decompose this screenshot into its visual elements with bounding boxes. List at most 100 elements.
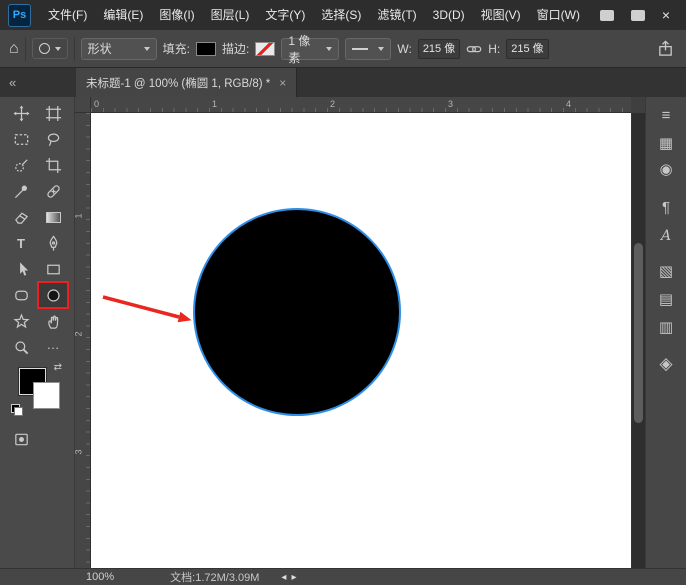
layers-panel-icon[interactable]: ◈	[646, 353, 686, 375]
link-dimensions-icon[interactable]	[466, 41, 482, 57]
ruler-corner[interactable]	[75, 97, 91, 113]
color-swatches: ⇄	[14, 366, 60, 412]
tool-options-bar: ⌂ 形状 填充: 描边: 1 像素 W: 215 像	[0, 30, 686, 68]
crop-tool[interactable]	[37, 152, 69, 178]
menu-edit[interactable]: 编辑(E)	[95, 0, 151, 30]
collapse-toolbar-chevron[interactable]: «	[0, 68, 76, 97]
background-color-swatch[interactable]	[33, 382, 60, 409]
ruler-number: 2	[75, 331, 84, 336]
photoshop-logo-icon: Ps	[8, 4, 31, 27]
path-selection-tool[interactable]	[5, 256, 37, 282]
tab-close-icon[interactable]: ×	[279, 76, 286, 90]
menu-filter[interactable]: 滤镜(T)	[369, 0, 424, 30]
minimize-button[interactable]	[600, 10, 614, 21]
screen-mode-spacer	[37, 426, 69, 452]
document-tab-title: 未标题-1 @ 100% (椭圆 1, RGB/8) *	[86, 75, 270, 91]
zoom-level-field[interactable]: 100%	[86, 571, 114, 583]
canvas-area: 0 1 2 3 4 1 2 3	[75, 97, 645, 568]
ellipsis-icon: …	[47, 338, 60, 351]
tool-preset-picker[interactable]	[32, 38, 68, 59]
ellipse-shape[interactable]	[193, 208, 401, 416]
workspace: T	[0, 97, 686, 568]
horizontal-ruler[interactable]: 0 1 2 3 4	[91, 97, 631, 113]
shape-width-input[interactable]: 215 像	[418, 39, 460, 59]
tools-panel: T	[0, 97, 75, 568]
zoom-tool[interactable]	[5, 334, 37, 360]
custom-shape-tool[interactable]	[5, 308, 37, 334]
status-bar: 100% 文档:1.72M/3.09M ◂ ▸	[0, 568, 686, 585]
stroke-color-swatch[interactable]	[255, 42, 275, 56]
swatches-panel-icon[interactable]: ◉	[646, 159, 686, 181]
shape-height-input[interactable]: 215 像	[506, 39, 548, 59]
fill-label: 填充:	[163, 40, 190, 57]
close-button[interactable]: ×	[662, 8, 670, 22]
swap-colors-icon[interactable]: ⇄	[54, 362, 62, 373]
height-label: H:	[488, 42, 500, 56]
tool-mode-select[interactable]: 形状	[81, 38, 157, 60]
restore-button[interactable]	[631, 10, 645, 21]
type-tool[interactable]: T	[5, 230, 37, 256]
eyedropper-tool[interactable]	[5, 178, 37, 204]
rectangular-marquee-tool[interactable]	[5, 126, 37, 152]
status-nav: ◂ ▸	[281, 572, 296, 583]
stroke-style-select[interactable]	[345, 38, 391, 60]
libraries-panel-icon[interactable]: ▤	[646, 289, 686, 311]
spot-healing-brush-tool[interactable]	[37, 178, 69, 204]
menu-layer[interactable]: 图层(L)	[203, 0, 258, 30]
document-size-info: 文档:1.72M/3.09M	[170, 569, 259, 585]
ruler-number: 2	[330, 99, 335, 109]
double-chevron-icon: «	[9, 75, 16, 90]
chevron-down-icon	[55, 47, 61, 51]
menu-select[interactable]: 选择(S)	[313, 0, 369, 30]
share-icon[interactable]	[657, 40, 674, 57]
menu-view[interactable]: 视图(V)	[473, 0, 529, 30]
vertical-ruler[interactable]: 1 2 3	[75, 113, 91, 568]
document-canvas[interactable]	[91, 113, 631, 568]
paragraph-panel-icon[interactable]: ¶	[646, 197, 686, 219]
stroke-style-line-icon	[352, 48, 368, 50]
vertical-scrollbar[interactable]	[631, 113, 645, 568]
tool-mode-value: 形状	[88, 40, 112, 57]
ruler-number: 1	[212, 99, 217, 109]
info-panel-icon[interactable]: ▥	[646, 317, 686, 339]
rectangle-tool[interactable]	[37, 256, 69, 282]
move-tool[interactable]	[5, 100, 37, 126]
chevron-down-icon	[326, 47, 332, 51]
pen-tool[interactable]	[37, 230, 69, 256]
width-label: W:	[397, 42, 411, 56]
ruler-number: 0	[94, 99, 99, 109]
quick-mask-button[interactable]	[5, 426, 37, 452]
home-icon[interactable]: ⌂	[9, 41, 19, 57]
document-tab[interactable]: 未标题-1 @ 100% (椭圆 1, RGB/8) * ×	[76, 68, 297, 97]
separator	[25, 37, 26, 61]
hand-tool[interactable]	[37, 308, 69, 334]
more-options-button[interactable]: …	[37, 334, 69, 360]
color-grid-panel-icon[interactable]: ▦	[646, 133, 686, 155]
eraser-tool[interactable]	[5, 204, 37, 230]
menu-3d[interactable]: 3D(D)	[425, 0, 473, 30]
status-left-arrow-icon[interactable]: ◂	[281, 572, 286, 583]
properties-panel-icon[interactable]: ≡	[646, 105, 686, 127]
menu-image[interactable]: 图像(I)	[151, 0, 202, 30]
stroke-width-select[interactable]: 1 像素	[281, 38, 339, 60]
ellipse-tool-icon	[39, 43, 50, 54]
menu-type[interactable]: 文字(Y)	[257, 0, 313, 30]
rounded-rectangle-tool[interactable]	[5, 282, 37, 308]
fill-color-swatch[interactable]	[196, 42, 216, 56]
quick-selection-tool[interactable]	[5, 152, 37, 178]
ruler-number: 3	[448, 99, 453, 109]
menu-window[interactable]: 窗口(W)	[529, 0, 588, 30]
lasso-tool[interactable]	[37, 126, 69, 152]
status-right-arrow-icon[interactable]: ▸	[291, 572, 296, 583]
ruler-number: 3	[75, 449, 84, 454]
menu-file[interactable]: 文件(F)	[40, 0, 95, 30]
adjustments-panel-icon[interactable]: ▧	[646, 261, 686, 283]
gradient-tool[interactable]	[37, 204, 69, 230]
type-tool-icon: T	[17, 237, 25, 250]
artboard-tool[interactable]	[37, 100, 69, 126]
glyphs-panel-icon[interactable]: A	[646, 225, 686, 247]
default-colors-icon[interactable]	[11, 404, 23, 416]
window-controls: ×	[600, 8, 686, 22]
ruler-number: 4	[566, 99, 571, 109]
scrollbar-thumb[interactable]	[634, 243, 643, 423]
